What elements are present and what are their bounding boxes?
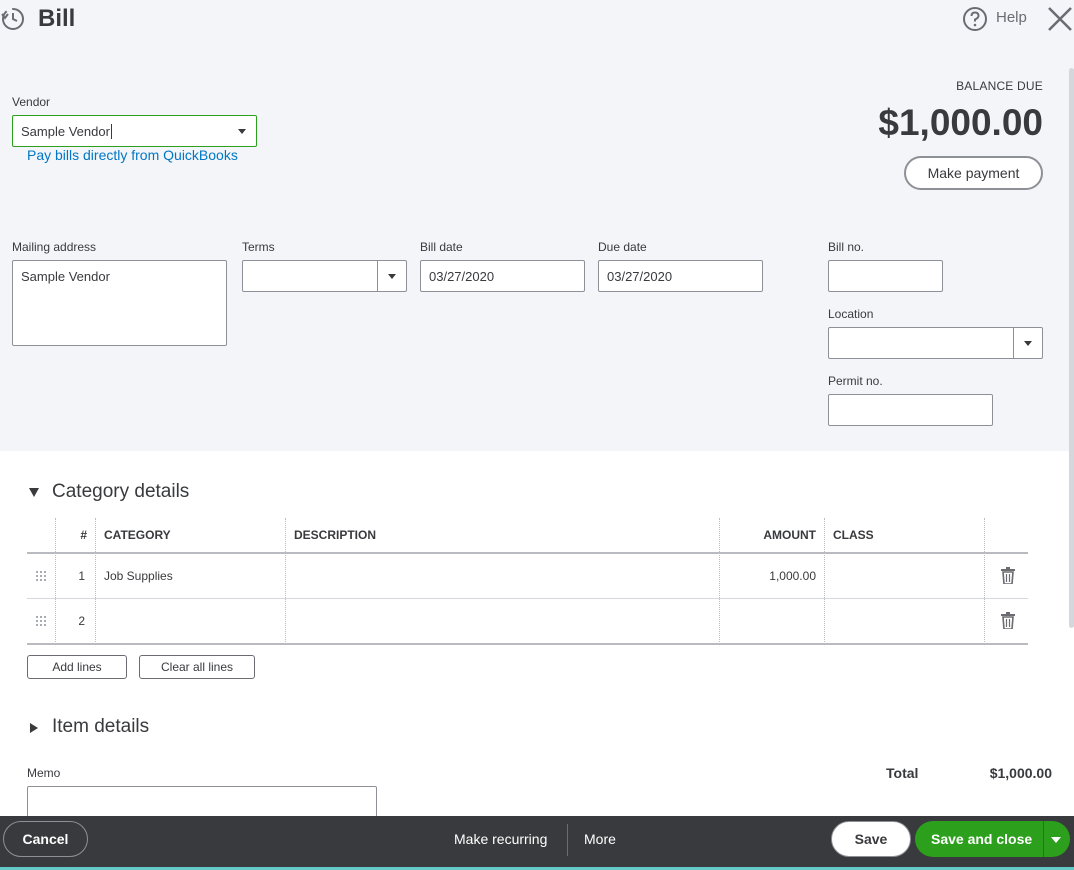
clear-all-lines-button[interactable]: Clear all lines [139,655,255,679]
split-divider [1043,821,1044,857]
location-dropdown-button[interactable] [1013,328,1042,358]
location-label: Location [828,307,874,321]
vendor-combobox[interactable]: Sample Vendor [12,115,257,147]
row-1-amount[interactable]: 1,000.00 [769,569,816,583]
balance-due-amount: $1,000.00 [878,102,1043,143]
bill-date-value: 03/27/2020 [429,268,495,284]
cancel-button[interactable]: Cancel [3,821,88,857]
table-bottom-divider [27,643,1028,645]
chevron-down-icon [237,128,246,134]
page-title: Bill [38,5,76,32]
terms-dropdown-button[interactable] [377,261,406,291]
column-header-number: # [80,528,87,542]
collapse-triangle-icon[interactable] [29,488,39,497]
permit-no-label: Permit no. [828,374,883,388]
col-divider [95,518,96,644]
add-lines-button[interactable]: Add lines [27,655,127,679]
column-header-class: CLASS [833,528,874,542]
column-header-description: DESCRIPTION [294,528,377,542]
chevron-down-icon [388,273,396,279]
memo-label: Memo [27,766,61,780]
expand-triangle-icon[interactable] [30,723,38,733]
table-header-divider [27,552,1028,554]
location-select[interactable] [828,327,1043,359]
col-divider [285,518,286,644]
mailing-address-label: Mailing address [12,240,97,254]
col-divider [55,518,56,644]
make-payment-button[interactable]: Make payment [904,156,1043,190]
footer-bar: Cancel Make recurring More Save Save and… [0,816,1074,870]
help-icon[interactable] [962,6,988,32]
save-and-close-label[interactable]: Save and close [931,831,1032,847]
row-1-category[interactable]: Job Supplies [104,569,173,583]
category-details-title[interactable]: Category details [52,481,189,503]
chevron-down-icon [1024,340,1032,346]
total-label: Total [886,765,919,781]
bill-no-input[interactable] [828,260,943,292]
make-recurring-button[interactable]: Make recurring [454,831,547,847]
help-link[interactable]: Help [996,9,1027,26]
due-date-input[interactable]: 03/27/2020 [598,260,763,292]
vendor-dropdown-button[interactable] [227,116,256,146]
bill-date-input[interactable]: 03/27/2020 [420,260,585,292]
mailing-address-value: Sample Vendor [21,269,110,284]
save-button[interactable]: Save [831,821,911,857]
vendor-input-value[interactable]: Sample Vendor [21,124,110,139]
row-2-number: 2 [78,614,85,628]
terms-label: Terms [242,240,275,254]
save-and-close-split-button[interactable]: Save and close [915,821,1070,857]
trash-icon[interactable] [1001,567,1015,584]
due-date-label: Due date [598,240,647,254]
bill-header-panel [0,0,1074,451]
table-row-divider [27,598,1028,599]
pay-bills-link[interactable]: Pay bills directly from QuickBooks [27,147,238,163]
item-details-title[interactable]: Item details [52,716,149,738]
drag-handle-icon[interactable] [35,570,47,582]
row-1-number: 1 [78,569,85,583]
permit-no-input[interactable] [828,394,993,426]
trash-icon[interactable] [1001,612,1015,629]
col-divider [719,518,720,644]
bill-no-label: Bill no. [828,240,865,254]
terms-select[interactable] [242,260,407,292]
footer-divider [567,824,568,856]
text-cursor [110,123,112,139]
recent-transactions-icon[interactable] [0,6,28,32]
balance-due-label: BALANCE DUE [956,79,1043,93]
column-header-category: CATEGORY [104,528,171,542]
drag-handle-icon[interactable] [35,615,47,627]
bill-date-label: Bill date [420,240,463,254]
due-date-value: 03/27/2020 [607,268,673,284]
col-divider [824,518,825,644]
category-table: # CATEGORY DESCRIPTION AMOUNT CLASS 1 Jo… [27,518,1028,645]
column-header-amount: AMOUNT [763,528,816,542]
vertical-scrollbar[interactable] [1069,68,1074,628]
chevron-down-icon[interactable] [1051,837,1061,843]
vendor-label: Vendor [12,95,51,109]
mailing-address-textarea[interactable]: Sample Vendor [12,260,227,346]
close-icon[interactable] [1046,5,1074,33]
total-amount: $1,000.00 [989,765,1052,781]
col-divider [984,518,985,644]
more-button[interactable]: More [584,831,616,847]
